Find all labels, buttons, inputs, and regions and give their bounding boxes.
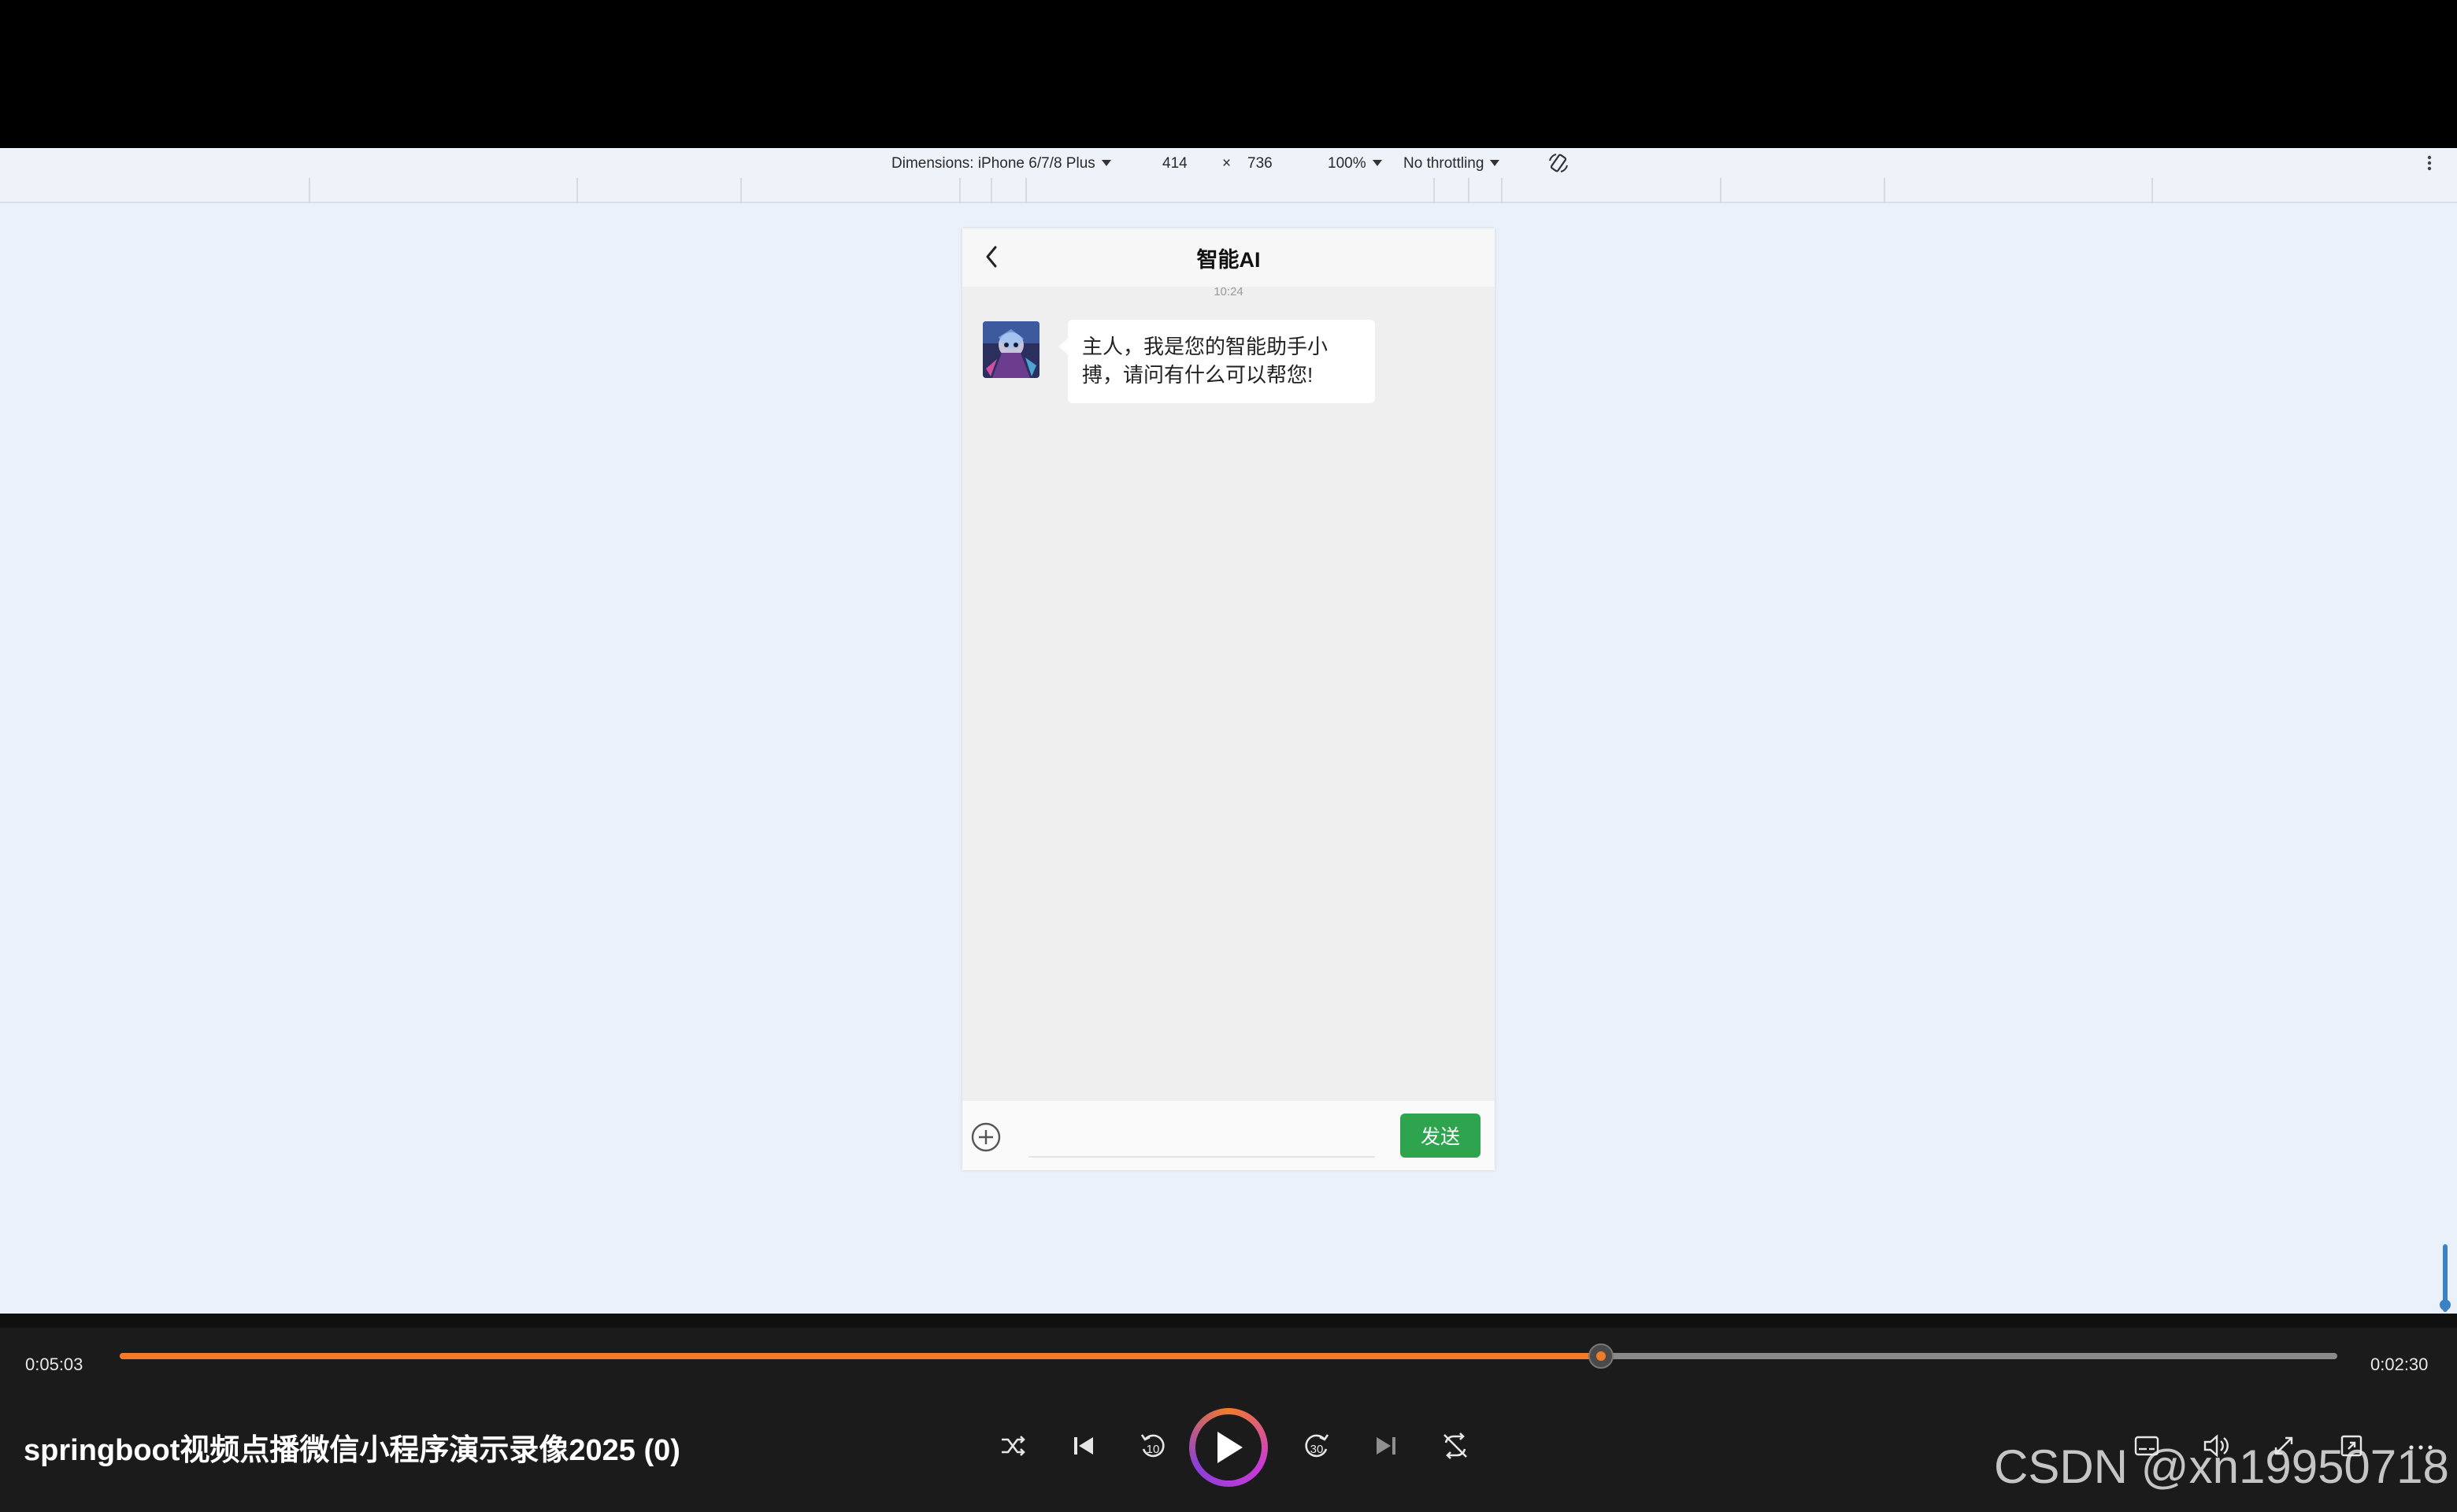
repeat-off-icon[interactable] (1436, 1427, 1474, 1465)
device-height-field[interactable]: 736 (1247, 155, 1273, 172)
device-width-field[interactable]: 414 (1162, 155, 1188, 172)
ruler-tick (576, 178, 578, 203)
svg-text:30: 30 (1310, 1443, 1324, 1456)
ruler-tick (1501, 178, 1503, 203)
caret-down-icon (1101, 160, 1111, 166)
csdn-watermark: CSDN @xn19950718 (1994, 1440, 2449, 1493)
ruler-tick (309, 178, 310, 203)
bot-avatar (983, 321, 1040, 378)
message-input[interactable] (1028, 1115, 1375, 1158)
caret-down-icon (1490, 160, 1500, 166)
ruler-tick (1884, 178, 1885, 203)
top-black-bar (0, 0, 2457, 148)
ruler-tick (991, 178, 992, 203)
play-button[interactable] (1189, 1408, 1268, 1487)
page-title: 智能AI (1196, 248, 1261, 272)
seek-bar[interactable] (120, 1343, 2337, 1369)
kebab-menu-icon[interactable] (2426, 151, 2433, 175)
plus-circle-icon[interactable] (970, 1121, 1002, 1153)
app-navbar: 智能AI (962, 228, 1495, 287)
svg-text:10: 10 (1147, 1443, 1160, 1456)
ruler-tick (959, 178, 961, 203)
previous-icon[interactable] (1065, 1427, 1102, 1465)
total-time: 0:02:30 (2370, 1354, 2429, 1374)
bot-message-bubble: 主人，我是您的智能助手小搏，请问有什么可以帮您! (1058, 320, 1375, 403)
rotate-icon[interactable] (1547, 151, 1570, 175)
ruler-tick (1468, 178, 1469, 203)
device-dimensions-dropdown[interactable]: Dimensions: iPhone 6/7/8 Plus (891, 155, 1111, 172)
shuffle-icon[interactable] (994, 1427, 1032, 1465)
message-timestamp: 10:24 (1214, 285, 1243, 298)
seek-bar-progress (120, 1353, 1602, 1359)
media-query-ruler (0, 178, 2457, 203)
dimension-separator: × (1222, 155, 1232, 172)
play-icon (1217, 1432, 1243, 1463)
video-title: springboot视频点播微信小程序演示录像2025 (0) (24, 1434, 680, 1467)
ruler-tick (1433, 178, 1435, 203)
ruler-tick (1025, 178, 1027, 203)
next-icon[interactable] (1367, 1427, 1405, 1465)
message-composer: 发送 (962, 1101, 1495, 1170)
media-player: 0:05:03 0:02:30 springboot视频点播微信小程序演示录像2… (0, 1314, 2457, 1512)
ruler-tick (740, 178, 742, 203)
current-time: 0:05:03 (25, 1354, 83, 1374)
forward-30-icon[interactable]: 30 (1298, 1427, 1336, 1465)
ruler-tick (2151, 178, 2153, 203)
send-button[interactable]: 发送 (1400, 1114, 1480, 1158)
phone-screen: 智能AI 10:24 主人，我是您的智能助手小搏，请问有什么可以帮您! 发送 (962, 228, 1495, 1170)
caret-down-icon (1372, 160, 1382, 166)
scrollbar-handle[interactable] (2440, 1299, 2451, 1310)
throttling-dropdown[interactable]: No throttling (1403, 155, 1500, 172)
ruler-tick (1720, 178, 1721, 203)
seek-bar-knob[interactable] (1588, 1343, 1614, 1369)
rewind-10-icon[interactable]: 10 (1134, 1427, 1172, 1465)
devtools-device-toolbar: Dimensions: iPhone 6/7/8 Plus 414 × 736 … (0, 148, 2457, 178)
zoom-dropdown[interactable]: 100% (1328, 155, 1382, 172)
